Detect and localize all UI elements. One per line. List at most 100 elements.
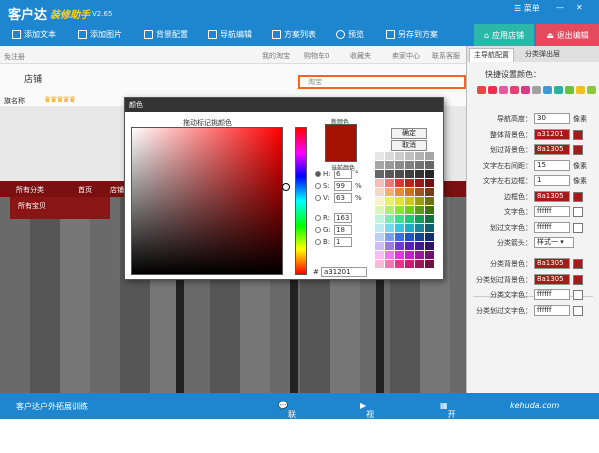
close-button[interactable]: ✕ — [576, 3, 583, 12]
tab-main-nav-config[interactable]: 主导航配置 — [469, 48, 514, 62]
radio-button[interactable] — [315, 215, 321, 221]
config-input[interactable]: ffffff — [534, 221, 570, 233]
palette-swatch[interactable] — [395, 224, 404, 232]
config-input[interactable]: 8a1305 — [534, 190, 570, 202]
palette-swatch[interactable] — [395, 206, 404, 214]
palette-swatch[interactable] — [425, 242, 434, 250]
palette-swatch[interactable] — [405, 215, 414, 223]
palette-swatch[interactable] — [425, 224, 434, 232]
palette-swatch[interactable] — [385, 215, 394, 223]
palette-swatch[interactable] — [375, 215, 384, 223]
palette-swatch[interactable] — [425, 260, 434, 268]
exit-edit-button[interactable]: ⏏ 退出编辑 — [536, 24, 599, 46]
palette-swatch[interactable] — [385, 179, 394, 187]
color-swatch[interactable] — [499, 86, 508, 94]
palette-swatch[interactable] — [375, 188, 384, 196]
config-input[interactable]: ffffff — [534, 304, 570, 316]
palette-swatch[interactable] — [375, 197, 384, 205]
palette-swatch[interactable] — [425, 251, 434, 259]
topnav-my-taobao[interactable]: 我的淘宝 — [262, 51, 290, 61]
palette-swatch[interactable] — [375, 260, 384, 268]
palette-swatch[interactable] — [405, 251, 414, 259]
palette-swatch[interactable] — [405, 260, 414, 268]
palette-swatch[interactable] — [385, 233, 394, 241]
config-input[interactable]: 30 — [534, 113, 570, 124]
color-chip-button[interactable] — [573, 222, 583, 233]
palette-swatch[interactable] — [385, 161, 394, 169]
radio-button[interactable] — [315, 183, 321, 189]
hue-slider[interactable] — [295, 127, 307, 275]
palette-swatch[interactable] — [425, 206, 434, 214]
palette-swatch[interactable] — [415, 179, 424, 187]
color-cursor[interactable] — [282, 183, 290, 191]
nav-all-categories[interactable]: 所有分类 — [16, 185, 44, 195]
palette-swatch[interactable] — [425, 188, 434, 196]
palette-swatch[interactable] — [375, 251, 384, 259]
register-link[interactable]: 免注册 — [4, 52, 25, 62]
ok-button[interactable]: 确定 — [391, 128, 427, 139]
topnav-seller-center[interactable]: 卖家中心 — [392, 51, 420, 61]
topnav-cart[interactable]: 购物车0 — [304, 51, 329, 61]
palette-swatch[interactable] — [395, 170, 404, 178]
palette-swatch[interactable] — [405, 224, 414, 232]
palette-swatch[interactable] — [375, 242, 384, 250]
palette-swatch[interactable] — [415, 206, 424, 214]
minimize-button[interactable]: — — [556, 3, 564, 12]
radio-button[interactable] — [315, 227, 321, 233]
color-chip-button[interactable] — [573, 259, 583, 269]
palette-swatch[interactable] — [375, 170, 384, 178]
palette-swatch[interactable] — [415, 224, 424, 232]
color-chip-button[interactable] — [573, 129, 583, 140]
submenu-all-items[interactable]: 所有宝贝 — [18, 201, 46, 211]
nav-edit-button[interactable]: 导航编辑 — [208, 29, 252, 40]
color-swatch[interactable] — [587, 86, 596, 94]
tab-category-popup[interactable]: 分类弹出层 — [521, 48, 564, 62]
color-chip-button[interactable] — [573, 191, 583, 202]
save-as-scheme-button[interactable]: 另存到方案 — [386, 29, 438, 40]
palette-swatch[interactable] — [405, 242, 414, 250]
config-input[interactable]: 8a1305 — [534, 144, 570, 155]
field-input[interactable]: 18 — [334, 225, 352, 235]
config-input[interactable]: 8a1305 — [534, 258, 570, 269]
palette-swatch[interactable] — [425, 170, 434, 178]
palette-swatch[interactable] — [395, 251, 404, 259]
palette-swatch[interactable] — [395, 260, 404, 268]
palette-swatch[interactable] — [375, 161, 384, 169]
status-ad-text[interactable]: 客户达户外拓展训练 — [16, 401, 88, 412]
preview-button[interactable]: 预览 — [336, 29, 364, 40]
color-swatch[interactable] — [488, 86, 497, 94]
palette-swatch[interactable] — [375, 233, 384, 241]
palette-swatch[interactable] — [385, 206, 394, 214]
palette-swatch[interactable] — [395, 152, 404, 160]
apply-store-button[interactable]: ⌂ 应用店铺 — [474, 24, 534, 46]
palette-swatch[interactable] — [415, 170, 424, 178]
palette-swatch[interactable] — [405, 152, 414, 160]
scheme-list-button[interactable]: 方案列表 — [272, 29, 316, 40]
color-chip-button[interactable] — [573, 145, 583, 155]
color-swatch[interactable] — [532, 86, 541, 94]
palette-swatch[interactable] — [405, 206, 414, 214]
color-swatch[interactable] — [543, 86, 552, 94]
palette-swatch[interactable] — [395, 233, 404, 241]
field-input[interactable]: 163 — [334, 213, 352, 223]
palette-swatch[interactable] — [385, 197, 394, 205]
palette-swatch[interactable] — [415, 233, 424, 241]
palette-swatch[interactable] — [385, 224, 394, 232]
palette-swatch[interactable] — [395, 242, 404, 250]
palette-swatch[interactable] — [425, 197, 434, 205]
palette-swatch[interactable] — [425, 152, 434, 160]
saturation-value-area[interactable] — [131, 127, 290, 275]
cancel-button[interactable]: 取消 — [391, 140, 427, 151]
add-text-button[interactable]: 添加文本 — [12, 29, 56, 40]
palette-swatch[interactable] — [405, 197, 414, 205]
palette-swatch[interactable] — [385, 260, 394, 268]
config-input[interactable]: a31201 — [534, 128, 570, 140]
color-swatch[interactable] — [521, 86, 530, 94]
menu-button[interactable]: ☰ 菜单 — [514, 3, 540, 14]
config-input[interactable]: 1 — [534, 175, 570, 186]
color-chip-button[interactable] — [573, 290, 583, 300]
palette-swatch[interactable] — [395, 215, 404, 223]
palette-swatch[interactable] — [395, 188, 404, 196]
palette-swatch[interactable] — [385, 170, 394, 178]
add-image-button[interactable]: 添加图片 — [78, 29, 122, 40]
